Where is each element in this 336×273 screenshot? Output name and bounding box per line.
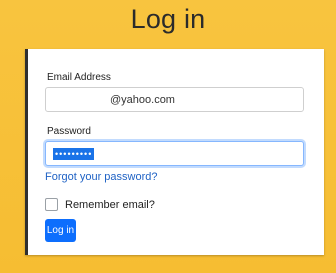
password-masked-selected: •••••••••: [53, 148, 95, 160]
forgot-password-link[interactable]: Forgot your password?: [45, 171, 158, 183]
log-in-button[interactable]: Log in: [45, 219, 76, 242]
login-card: Email Address @yahoo.com Password ••••••…: [25, 49, 324, 255]
password-label: Password: [47, 126, 91, 137]
email-field[interactable]: @yahoo.com: [45, 87, 304, 112]
login-page-background: Log in Email Address @yahoo.com Password…: [0, 0, 336, 273]
password-field[interactable]: •••••••••: [45, 141, 304, 166]
email-value: @yahoo.com: [110, 94, 175, 106]
page-title: Log in: [130, 4, 206, 34]
remember-email-label: Remember email?: [65, 198, 155, 211]
remember-email-checkbox[interactable]: [45, 198, 58, 211]
remember-email-control[interactable]: Remember email?: [45, 198, 155, 211]
email-label: Email Address: [47, 72, 111, 83]
